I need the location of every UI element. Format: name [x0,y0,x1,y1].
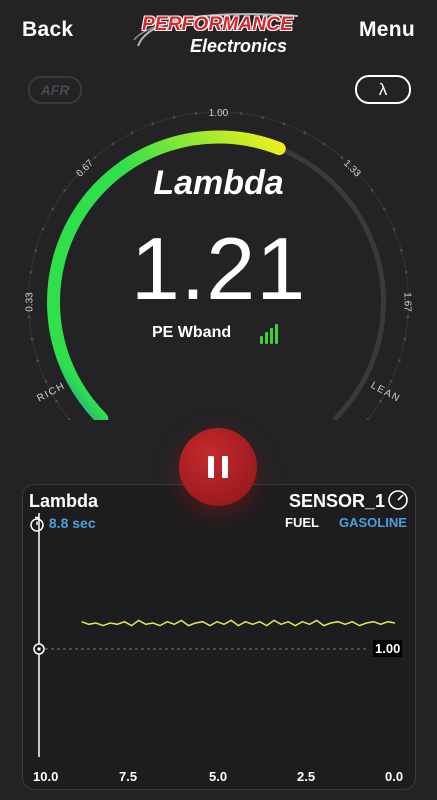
gauge-tick-dot [55,399,58,403]
gauge-tick-dot [389,380,393,383]
performance-electronics-logo: PERFORMANCE Electronics [128,8,308,60]
gauge-title: Lambda [153,164,284,202]
signal-bar [270,328,273,344]
gauge-tick-dot [261,115,265,119]
reference-marker-dot [37,647,41,651]
chart-panel: Lambda 8.8 sec SENSOR_1 FUEL GASOLINE 1.… [22,484,416,790]
top-bar: Back PERFORMANCE Electronics Menu [0,0,437,62]
reference-value-label: 1.00 [373,640,403,657]
signal-bar [265,332,268,344]
x-tick-label: 5.0 [209,769,228,784]
sensor-name: PE Wband [152,324,232,341]
gauge-tick-dot [130,131,134,135]
gauge-tick-dot [172,115,176,119]
gauge-tick-dot [151,122,155,126]
gauge-icon[interactable] [387,489,409,511]
chart-title: Lambda [29,491,99,511]
pause-button[interactable] [179,428,257,506]
fuel-value: GASOLINE [339,515,407,530]
gauge-tick-dot [51,207,55,211]
signal-bar [260,336,263,344]
menu-button[interactable]: Menu [359,18,415,42]
gauge-tick-dot [379,399,382,403]
gauge-tick-dot [44,380,48,383]
gauge-tick-dot [36,359,40,363]
logo-bottom-text: Electronics [190,36,288,56]
gauge-tick-dot [239,111,243,115]
gauge-scale-label: 1.00 [209,108,229,119]
gauge-tick-dot [303,131,307,135]
gauge-tick-dot [282,122,286,126]
sensor-label: SENSOR_1 [288,491,385,511]
gauge-tick-dot [397,359,401,363]
rich-label: RICH [35,381,67,405]
timer-readout: 8.8 sec [29,515,96,533]
pause-icon [208,456,214,478]
logo-top-text: PERFORMANCE [142,14,294,35]
stopwatch-icon [30,517,44,533]
signal-bar [275,324,278,344]
gauge-tick-dot [340,156,344,159]
gauge-tick-dot [194,111,198,115]
gauge-value: 1.21 [130,219,307,318]
timer-text: 8.8 sec [48,515,96,531]
gauge-tick-dot [322,142,326,146]
gauge-tick-dot [30,337,34,341]
lambda-series-line [81,619,396,627]
gauge-tick-dot [111,142,115,146]
x-tick-label: 2.5 [297,769,316,784]
gauge-tick-dot [403,337,407,341]
x-tick-label: 7.5 [119,769,138,784]
fuel-label: FUEL [285,515,319,530]
gauge-tick-dot [93,156,97,159]
lean-label: LEAN [369,380,403,405]
x-tick-label: 10.0 [33,769,59,784]
pause-icon-bar [222,456,228,478]
back-button[interactable]: Back [22,18,73,42]
signal-strength-icon [260,322,282,344]
gauge-tick-dot [382,207,386,211]
x-tick-label: 0.0 [385,769,404,784]
